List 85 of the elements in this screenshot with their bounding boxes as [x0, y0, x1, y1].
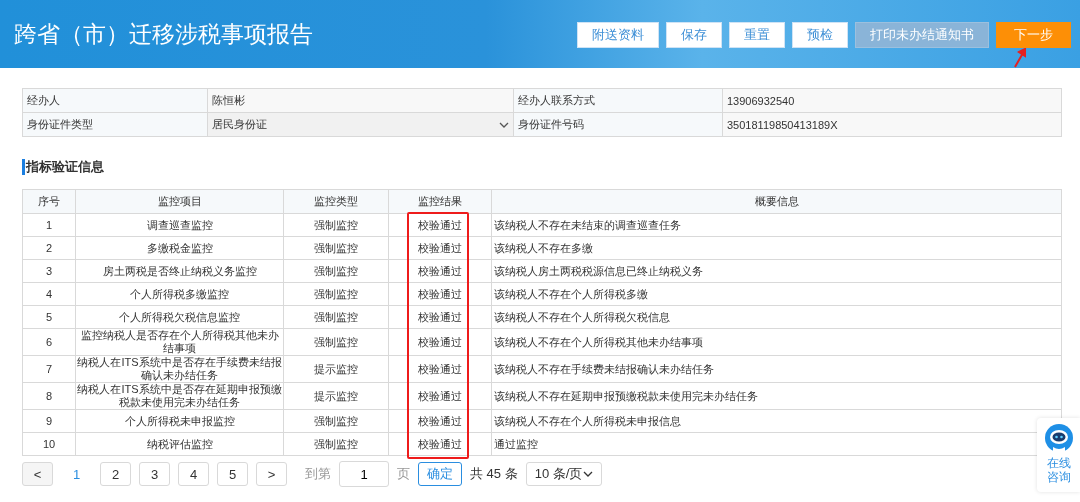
- next-page-button[interactable]: >: [256, 462, 287, 486]
- table-cell: 调查巡查监控: [75, 213, 284, 237]
- chevron-down-icon: [499, 121, 509, 128]
- field-label: 身份证件类型: [22, 112, 208, 137]
- page-input[interactable]: 1: [339, 461, 389, 487]
- table-cell: 强制监控: [283, 432, 389, 456]
- table-cell: 校验通过: [388, 305, 492, 329]
- table-cell: 该纳税人不存在个人所得税多缴: [491, 282, 1062, 306]
- prev-page-button[interactable]: <: [22, 462, 53, 486]
- table-cell: 校验通过: [388, 213, 492, 237]
- table-cell: 该纳税人不存在个人所得税其他未办结事项: [491, 328, 1062, 356]
- goto-label: 到第: [305, 465, 331, 483]
- table-cell: 纳税人在ITS系统中是否存在延期申报预缴税款未使用完未办结任务: [75, 382, 284, 410]
- annotation-arrow: [1013, 48, 1029, 68]
- table-cell: 个人所得税未申报监控: [75, 409, 284, 433]
- table-cell: 监控纳税人是否存在个人所得税其他未办结事项: [75, 328, 284, 356]
- field-value: 陈恒彬: [207, 88, 514, 113]
- table-cell: 校验通过: [388, 382, 492, 410]
- table-cell: 校验通过: [388, 432, 492, 456]
- field-value: 13906932540: [722, 88, 1062, 113]
- page-button[interactable]: 2: [100, 462, 131, 486]
- table-cell: 8: [22, 382, 76, 410]
- table-cell: 该纳税人房土两税税源信息已终止纳税义务: [491, 259, 1062, 283]
- table-cell: 强制监控: [283, 328, 389, 356]
- table-cell: 6: [22, 328, 76, 356]
- table-cell: 强制监控: [283, 259, 389, 283]
- table-cell: 5: [22, 305, 76, 329]
- field-value: 35018119850413189X: [722, 112, 1062, 137]
- page-unit: 页: [397, 465, 410, 483]
- table-cell: 10: [22, 432, 76, 456]
- column-header: 监控项目: [75, 189, 284, 214]
- table-cell: 7: [22, 355, 76, 383]
- table-cell: 提示监控: [283, 355, 389, 383]
- column-header: 序号: [22, 189, 76, 214]
- column-header: 监控类型: [283, 189, 389, 214]
- page-title: 跨省（市）迁移涉税事项报告: [14, 19, 313, 49]
- table-cell: 1: [22, 213, 76, 237]
- toolbar-button[interactable]: 预检: [792, 22, 848, 48]
- table-cell: 校验通过: [388, 409, 492, 433]
- toolbar-button[interactable]: 重置: [729, 22, 785, 48]
- table-cell: 该纳税人不存在个人所得税欠税信息: [491, 305, 1062, 329]
- toolbar-button[interactable]: 附送资料: [577, 22, 659, 48]
- page-size-select[interactable]: 10 条/页: [525, 462, 602, 486]
- table-cell: 纳税评估监控: [75, 432, 284, 456]
- chat-label: 在线咨询: [1046, 456, 1071, 484]
- table-cell: 强制监控: [283, 305, 389, 329]
- page-button[interactable]: 3: [139, 462, 170, 486]
- table-cell: 强制监控: [283, 236, 389, 260]
- table-cell: 3: [22, 259, 76, 283]
- chevron-down-icon: [582, 471, 593, 477]
- table-cell: 校验通过: [388, 355, 492, 383]
- robot-icon: [1043, 423, 1074, 453]
- table-cell: 校验通过: [388, 282, 492, 306]
- field-label: 经办人联系方式: [513, 88, 723, 113]
- table-cell: 个人所得税欠税信息监控: [75, 305, 284, 329]
- table-cell: 2: [22, 236, 76, 260]
- select-field[interactable]: 居民身份证: [207, 112, 514, 137]
- table-cell: 强制监控: [283, 282, 389, 306]
- page-button[interactable]: 4: [178, 462, 209, 486]
- table-cell: 校验通过: [388, 328, 492, 356]
- table-cell: 个人所得税多缴监控: [75, 282, 284, 306]
- table-cell: 多缴税金监控: [75, 236, 284, 260]
- table-cell: 提示监控: [283, 382, 389, 410]
- table-cell: 该纳税人不存在手续费未结报确认未办结任务: [491, 355, 1062, 383]
- toolbar-button[interactable]: 保存: [666, 22, 722, 48]
- section-title: 指标验证信息: [22, 159, 1062, 175]
- table-cell: 纳税人在ITS系统中是否存在手续费未结报确认未办结任务: [75, 355, 284, 383]
- page-button[interactable]: 5: [217, 462, 248, 486]
- table-cell: 校验通过: [388, 259, 492, 283]
- total-count: 共 45 条: [470, 465, 518, 483]
- table-cell: 房土两税是否终止纳税义务监控: [75, 259, 284, 283]
- column-header: 概要信息: [491, 189, 1062, 214]
- confirm-button[interactable]: 确定: [418, 462, 462, 486]
- table-cell: 4: [22, 282, 76, 306]
- table-cell: 该纳税人不存在未结束的调查巡查任务: [491, 213, 1062, 237]
- table-cell: 校验通过: [388, 236, 492, 260]
- chat-widget[interactable]: 在线咨询: [1037, 418, 1080, 492]
- table-cell: 该纳税人不存在延期申报预缴税款未使用完未办结任务: [491, 382, 1062, 410]
- field-label: 经办人: [22, 88, 208, 113]
- table-cell: 该纳税人不存在多缴: [491, 236, 1062, 260]
- column-header: 监控结果: [388, 189, 492, 214]
- table-cell: 强制监控: [283, 409, 389, 433]
- field-label: 身份证件号码: [513, 112, 723, 137]
- table-cell: 强制监控: [283, 213, 389, 237]
- table-cell: 9: [22, 409, 76, 433]
